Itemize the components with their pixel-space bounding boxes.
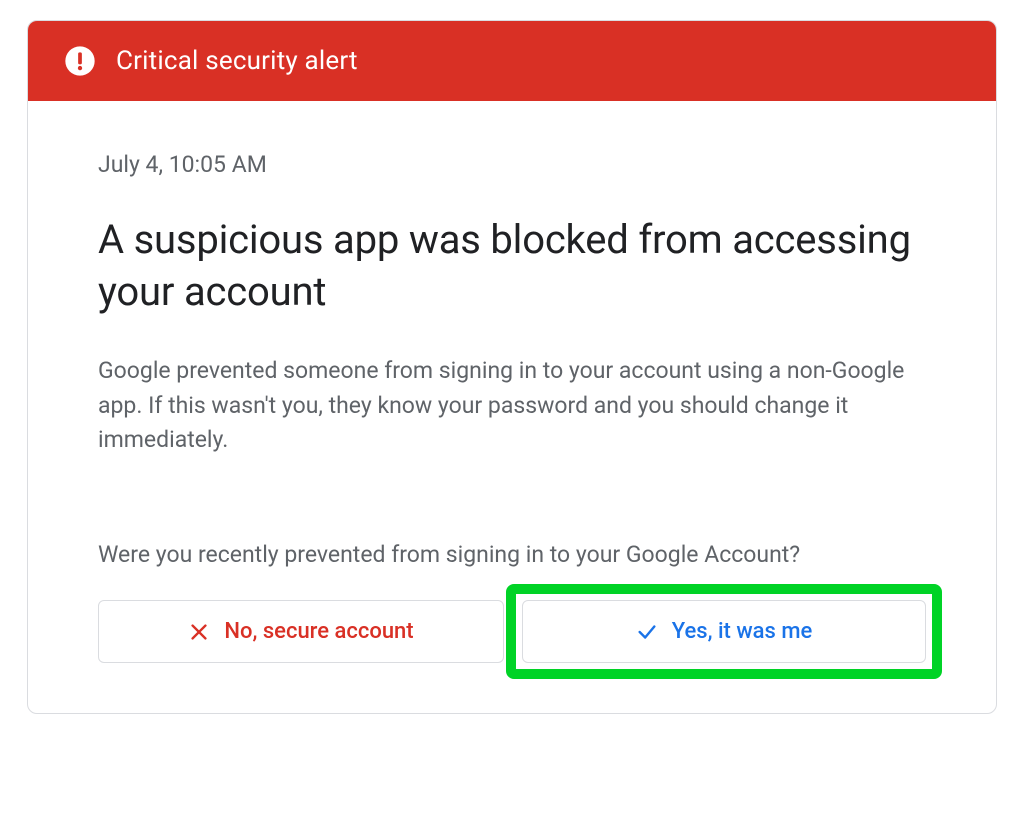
timestamp: July 4, 10:05 AM: [98, 151, 926, 178]
close-icon: [188, 621, 210, 643]
highlight-box: Yes, it was me: [506, 584, 942, 679]
alert-header: Critical security alert: [28, 21, 996, 101]
security-alert-card: Critical security alert July 4, 10:05 AM…: [27, 20, 997, 714]
card-body: July 4, 10:05 AM A suspicious app was bl…: [28, 101, 996, 713]
check-icon: [636, 621, 658, 643]
no-secure-account-button[interactable]: No, secure account: [98, 600, 504, 663]
alert-icon: [64, 45, 96, 77]
no-button-label: No, secure account: [224, 619, 413, 644]
yes-button-label: Yes, it was me: [672, 619, 813, 644]
yes-it-was-me-button[interactable]: Yes, it was me: [522, 600, 926, 663]
headline: A suspicious app was blocked from access…: [98, 214, 926, 318]
button-row: No, secure account Yes, it was me: [98, 600, 926, 663]
alert-title: Critical security alert: [116, 46, 358, 76]
question-text: Were you recently prevented from signing…: [98, 538, 926, 573]
body-text: Google prevented someone from signing in…: [98, 354, 926, 458]
